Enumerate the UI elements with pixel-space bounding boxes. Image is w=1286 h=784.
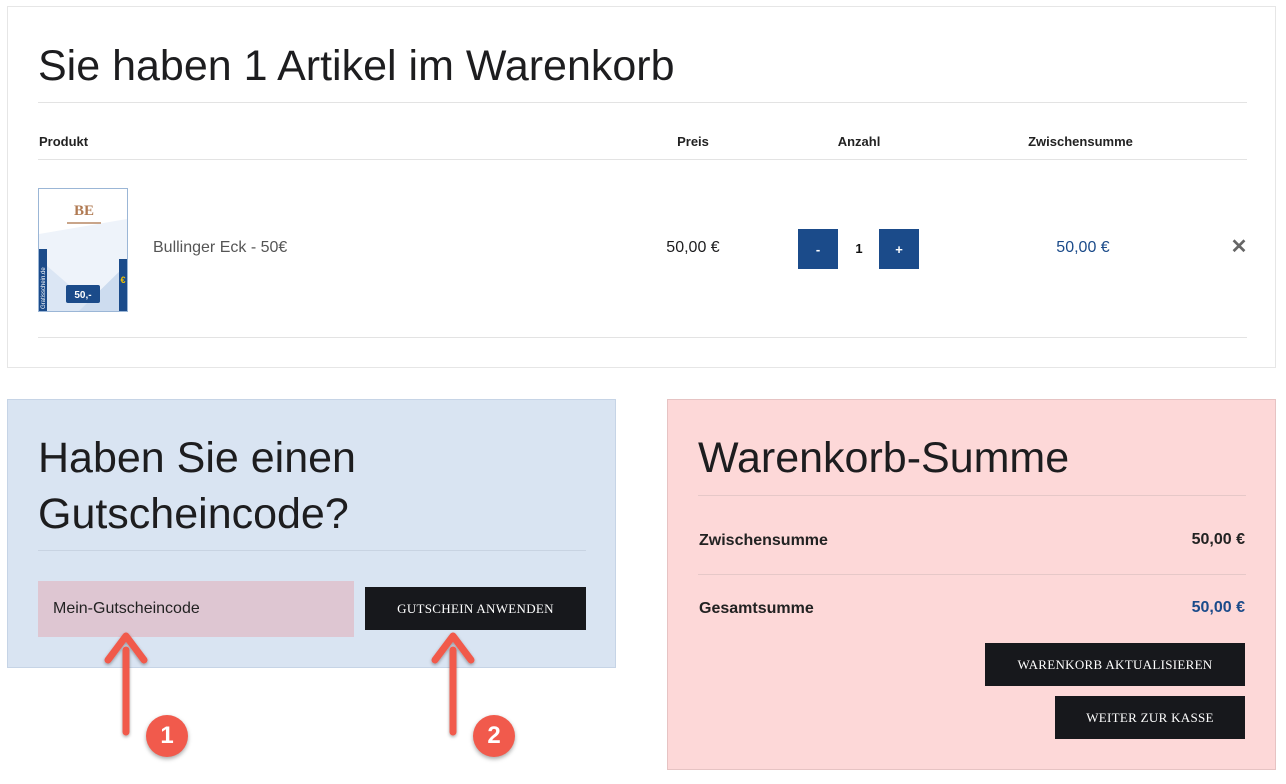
cart-title: Sie haben 1 Artikel im Warenkorb — [38, 42, 675, 90]
coupon-divider — [38, 550, 586, 551]
column-header-price: Preis — [677, 134, 709, 149]
coupon-title: Haben Sie einen Gutscheincode? — [38, 434, 356, 538]
subtotal-divider — [698, 574, 1246, 575]
product-name[interactable]: Bullinger Eck - 50€ — [153, 239, 287, 257]
checkout-button[interactable]: WEITER ZUR KASSE — [1055, 696, 1245, 739]
column-header-subtotal: Zwischensumme — [1028, 134, 1133, 149]
quantity-value[interactable]: 1 — [839, 229, 879, 269]
totals-title: Warenkorb-Summe — [698, 434, 1070, 482]
voucher-card-image: BE 50,- € Gratisschein.de — [39, 189, 127, 311]
voucher-euro-symbol: € — [120, 275, 125, 285]
remove-item-icon[interactable]: ✕ — [1228, 235, 1250, 259]
header-divider — [38, 159, 1247, 160]
total-label: Gesamtsumme — [699, 600, 814, 617]
update-cart-button[interactable]: WARENKORB AKTUALISIEREN — [985, 643, 1245, 686]
coupon-code-input[interactable] — [38, 581, 354, 637]
cart-panel: Sie haben 1 Artikel im Warenkorb Produkt… — [7, 6, 1276, 368]
voucher-badge-text: 50,- — [74, 290, 91, 301]
subtotal-value: 50,00 € — [1191, 531, 1245, 548]
quantity-decrease-button[interactable]: - — [798, 229, 838, 269]
annotation-badge-2: 2 — [473, 715, 515, 757]
apply-coupon-button[interactable]: GUTSCHEIN ANWENDEN — [365, 587, 586, 630]
product-price: 50,00 € — [666, 239, 720, 256]
voucher-side-text: Gratisschein.de — [41, 267, 47, 309]
row-subtotal: 50,00 € — [1056, 239, 1110, 256]
quantity-increase-button[interactable]: + — [879, 229, 919, 269]
column-header-product: Produkt — [39, 134, 89, 149]
subtotal-label: Zwischensumme — [699, 532, 828, 549]
total-value: 50,00 € — [1191, 599, 1245, 616]
annotation-badge-1: 1 — [146, 715, 188, 757]
totals-title-divider — [698, 495, 1246, 496]
voucher-logo-text: BE — [74, 203, 94, 219]
title-divider — [38, 102, 1247, 103]
column-header-quantity: Anzahl — [837, 134, 881, 149]
coupon-panel: Haben Sie einen Gutscheincode? GUTSCHEIN… — [7, 399, 616, 668]
product-thumbnail[interactable]: BE 50,- € Gratisschein.de — [38, 188, 128, 312]
totals-panel: Warenkorb-Summe Zwischensumme 50,00 € Ge… — [667, 399, 1276, 770]
row-divider — [38, 337, 1247, 338]
